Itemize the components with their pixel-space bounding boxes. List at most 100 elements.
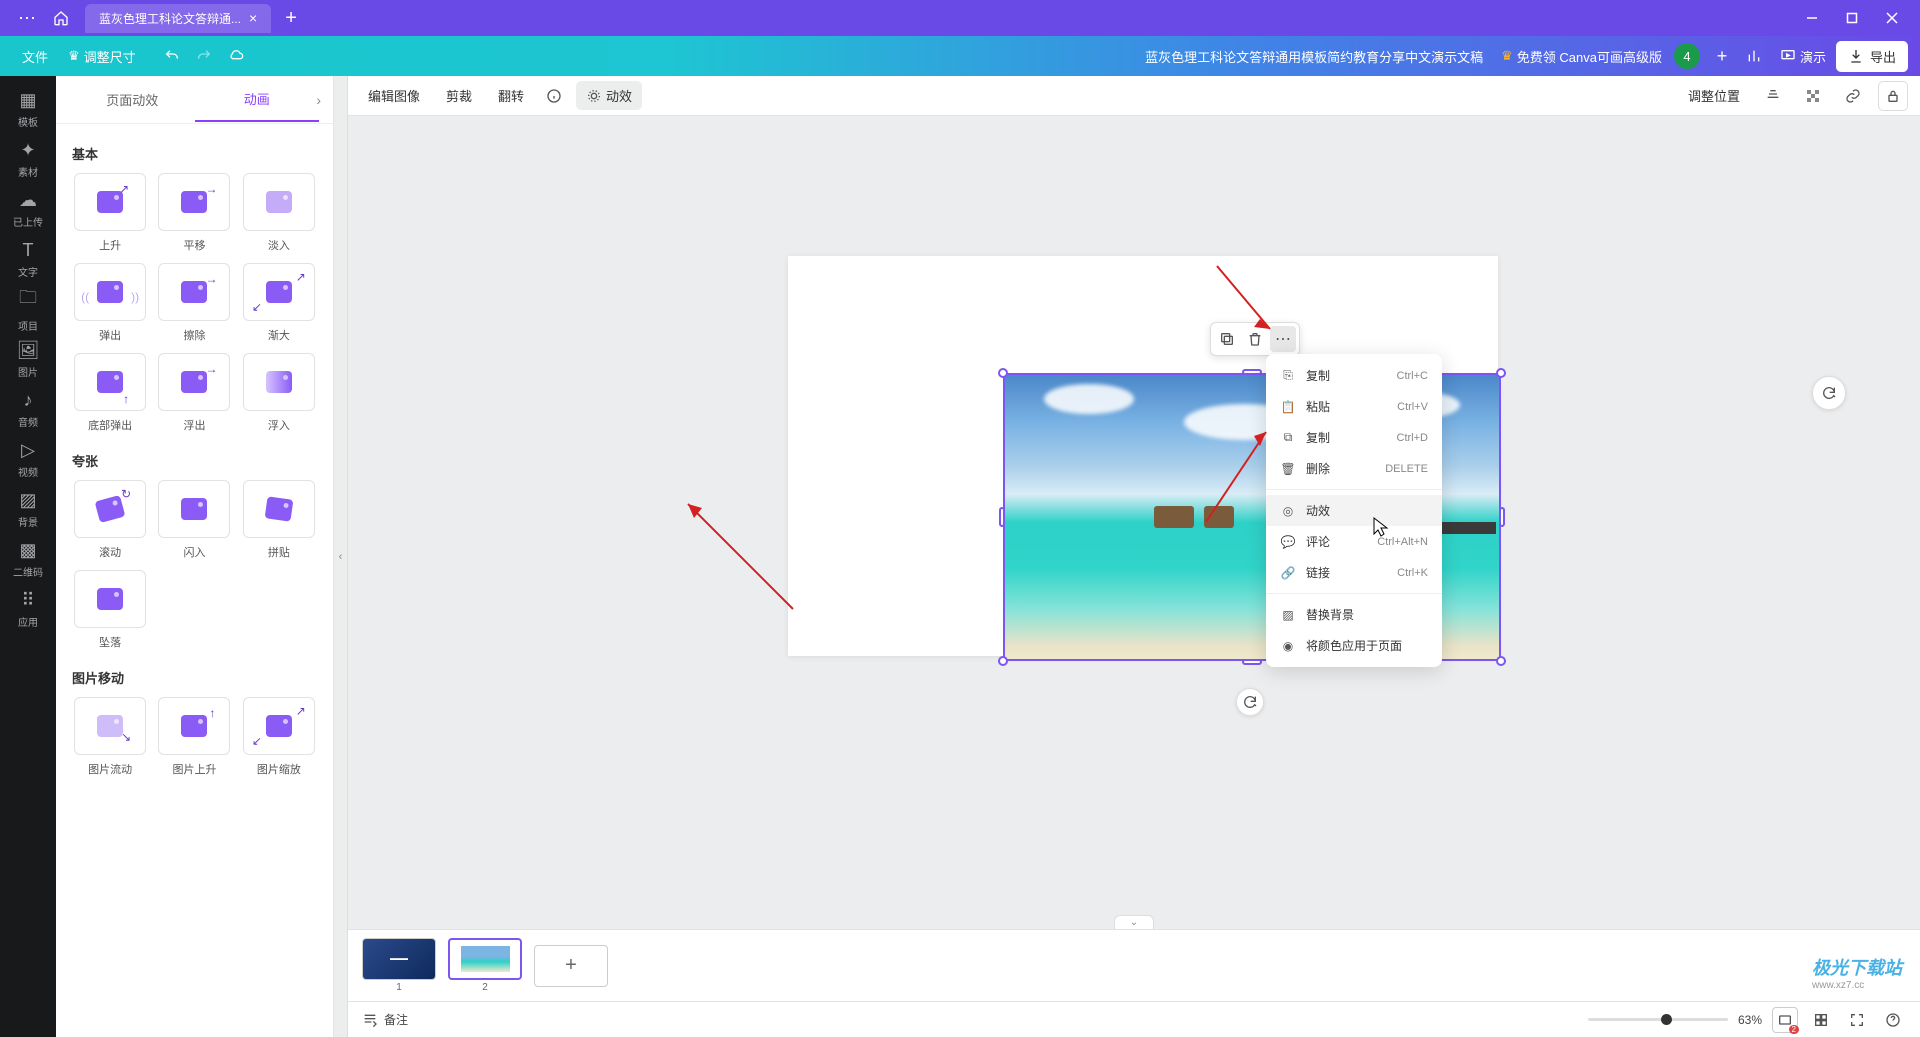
redo-button[interactable]: [188, 40, 220, 72]
rail-qrcode[interactable]: ▩二维码: [4, 536, 52, 582]
rail-uploads[interactable]: ☁已上传: [4, 186, 52, 232]
ctx-paste[interactable]: 📋粘贴Ctrl+V: [1266, 391, 1442, 422]
analytics-button[interactable]: [1738, 40, 1770, 72]
anim-rise[interactable]: ↗: [74, 173, 146, 231]
more-icon[interactable]: ⋯: [1270, 326, 1296, 352]
panel-collapse-handle[interactable]: ‹: [334, 76, 348, 1037]
notes-button[interactable]: 备注: [362, 1011, 408, 1028]
rail-text[interactable]: T文字: [4, 236, 52, 282]
ctx-comment[interactable]: 💬评论Ctrl+Alt+N: [1266, 526, 1442, 557]
panel-tabs: 页面动效 动画 ›: [56, 76, 333, 124]
anim-tumble[interactable]: [74, 570, 146, 628]
position-button[interactable]: 调整位置: [1680, 82, 1748, 109]
sync-rotate-button[interactable]: [1236, 688, 1264, 716]
paste-icon: 📋: [1280, 400, 1296, 414]
user-avatar[interactable]: 4: [1674, 43, 1700, 69]
anim-photo-rise[interactable]: ↑: [158, 697, 230, 755]
chevron-right-icon[interactable]: ›: [316, 92, 321, 108]
present-button[interactable]: 演示: [1770, 43, 1836, 70]
pages-strip-toggle[interactable]: ⌄: [1114, 915, 1154, 929]
rail-photos[interactable]: 🖼图片: [4, 336, 52, 382]
anim-grow[interactable]: ↗↙: [243, 263, 315, 321]
anim-tile[interactable]: [243, 480, 315, 538]
window-maximize-button[interactable]: [1832, 2, 1872, 34]
anim-photo-flow[interactable]: ↘: [74, 697, 146, 755]
page-thumbnail-1[interactable]: ▬▬▬ 1: [362, 938, 436, 993]
rail-audio[interactable]: ♪音频: [4, 386, 52, 432]
anim-drift-out[interactable]: →: [158, 353, 230, 411]
zoom-slider[interactable]: [1588, 1018, 1728, 1021]
rail-apps[interactable]: ⠿应用: [4, 586, 52, 632]
crop-button[interactable]: 剪裁: [438, 82, 480, 109]
canvas-viewport[interactable]: ⋯ ⎘复制Ctrl+C 📋粘贴Ctrl+V ⧉复制Ctrl+D 🗑删除DELET…: [348, 116, 1920, 929]
new-tab-button[interactable]: +: [285, 7, 297, 30]
ctx-shortcut: Ctrl+K: [1397, 567, 1428, 579]
ctx-delete[interactable]: 🗑删除DELETE: [1266, 453, 1442, 484]
file-menu[interactable]: 文件: [12, 43, 58, 70]
anim-roll[interactable]: ↻: [74, 480, 146, 538]
transparency-icon[interactable]: [1798, 81, 1828, 111]
document-tab[interactable]: 蓝灰色理工科论文答辩通... ×: [85, 4, 271, 33]
ctx-effects[interactable]: ◎动效: [1266, 495, 1442, 526]
page-thumbnail-2[interactable]: 2: [448, 938, 522, 993]
add-page-button[interactable]: +: [534, 945, 608, 987]
zoom-value[interactable]: 63%: [1738, 1013, 1762, 1027]
ctx-copy[interactable]: ⎘复制Ctrl+C: [1266, 360, 1442, 391]
window-close-button[interactable]: [1872, 2, 1912, 34]
tab-close-icon[interactable]: ×: [249, 10, 257, 26]
flip-button[interactable]: 翻转: [490, 82, 532, 109]
edit-image-button[interactable]: 编辑图像: [360, 82, 428, 109]
anim-fade[interactable]: [243, 173, 315, 231]
window-minimize-button[interactable]: [1792, 2, 1832, 34]
lock-icon[interactable]: [1878, 81, 1908, 111]
rail-label: 素材: [18, 164, 38, 179]
anim-drift-in[interactable]: [243, 353, 315, 411]
grid-view-icon[interactable]: [1808, 1007, 1834, 1033]
background-icon: ▨: [19, 490, 36, 511]
app-menu-dots[interactable]: ⋯: [8, 8, 47, 29]
rail-elements[interactable]: ✦ 素材: [4, 136, 52, 182]
anim-pan[interactable]: →: [158, 173, 230, 231]
cloud-sync-icon[interactable]: [220, 40, 252, 72]
effects-button[interactable]: 动效: [576, 81, 642, 110]
elements-icon: ✦: [20, 140, 35, 161]
tab-animation[interactable]: 动画: [195, 77, 320, 122]
anim-pop[interactable]: (()): [74, 263, 146, 321]
rail-background[interactable]: ▨背景: [4, 486, 52, 532]
rail-label: 二维码: [13, 564, 43, 579]
anim-baseline[interactable]: ↑: [74, 353, 146, 411]
undo-button[interactable]: [156, 40, 188, 72]
add-comment-button[interactable]: [1812, 376, 1846, 410]
info-icon[interactable]: [542, 84, 566, 108]
home-button[interactable]: [47, 4, 75, 32]
ctx-duplicate[interactable]: ⧉复制Ctrl+D: [1266, 422, 1442, 453]
rail-templates[interactable]: ▦模板: [4, 86, 52, 132]
ctx-shortcut: Ctrl+V: [1397, 401, 1428, 413]
document-title[interactable]: 蓝灰色理工科论文答辩通用模板简约教育分享中文演示文稿: [1145, 47, 1483, 66]
export-button[interactable]: 导出: [1836, 41, 1908, 72]
anim-wipe[interactable]: →: [158, 263, 230, 321]
upgrade-button[interactable]: ♛ 免费领 Canva可画高级版: [1501, 47, 1662, 66]
rail-projects[interactable]: 🗀项目: [4, 286, 52, 332]
sparkle-icon: [586, 88, 602, 104]
rail-video[interactable]: ▷视频: [4, 436, 52, 482]
zoom-slider-thumb[interactable]: [1661, 1014, 1672, 1025]
ctx-apply-color[interactable]: ◉将颜色应用于页面: [1266, 630, 1442, 661]
ctx-label: 复制: [1306, 429, 1387, 446]
resize-button[interactable]: ♛ 调整尺寸: [58, 43, 146, 70]
help-icon[interactable]: [1880, 1007, 1906, 1033]
titlebar: ⋯ 蓝灰色理工科论文答辩通... × +: [0, 0, 1920, 36]
ctx-replace-bg[interactable]: ▨替换背景: [1266, 599, 1442, 630]
anim-flash[interactable]: [158, 480, 230, 538]
panel-body[interactable]: 基本 ↗上升 →平移 淡入 (())弹出 →擦除 ↗↙渐大 ↑底部弹出 →浮出 …: [56, 124, 333, 1037]
add-member-button[interactable]: +: [1706, 40, 1738, 72]
anim-photo-zoom[interactable]: ↗↙: [243, 697, 315, 755]
duplicate-icon[interactable]: [1214, 326, 1240, 352]
ctx-link[interactable]: 🔗链接Ctrl+K: [1266, 557, 1442, 588]
layers-icon[interactable]: [1758, 81, 1788, 111]
fullscreen-icon[interactable]: [1844, 1007, 1870, 1033]
pages-count-icon[interactable]: [1772, 1007, 1798, 1033]
tab-page-animation[interactable]: 页面动效: [70, 78, 195, 121]
delete-icon[interactable]: [1242, 326, 1268, 352]
link-icon[interactable]: [1838, 81, 1868, 111]
